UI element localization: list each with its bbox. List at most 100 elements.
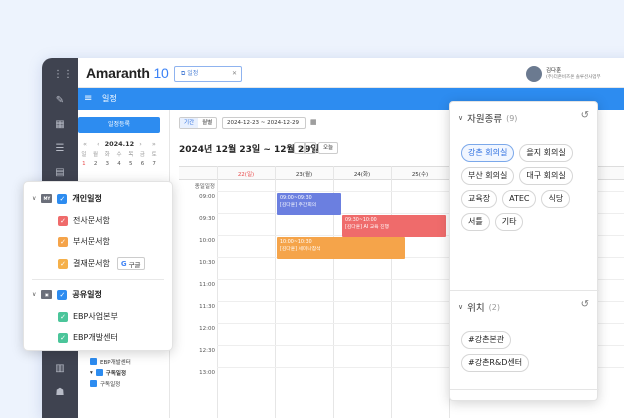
apps-grid-icon[interactable]: ⋮⋮ — [53, 68, 73, 82]
people-icon[interactable]: ☗ — [53, 386, 67, 400]
time-label: 11:00 — [199, 282, 215, 288]
next-section — [450, 389, 599, 401]
chip-other[interactable]: 기타 — [494, 213, 524, 231]
event-block[interactable]: 09:30~10:00 [김다훈] AI 교육 진행 — [342, 215, 446, 237]
checkbox[interactable]: ✓ — [58, 236, 68, 247]
mini-day[interactable]: 4 — [113, 160, 125, 169]
weekday: 금 — [139, 152, 145, 158]
mini-day[interactable]: 6 — [137, 160, 149, 169]
mini-day[interactable]: 7 — [148, 160, 160, 169]
shared-group-checkbox[interactable]: ✓ — [57, 289, 68, 300]
resource-type-header[interactable]: ∨ 자원종류 (9) — [458, 111, 517, 126]
event-block[interactable]: 10:00~10:30 [김다훈] 세미나참석 — [277, 237, 405, 259]
resource-filter-panel: ∨ 자원종류 (9) ↺ 강촌 회의실 을지 회의실 부산 회의실 대구 회의실… — [449, 101, 599, 401]
chevron-down-icon[interactable]: ∨ — [32, 291, 36, 298]
chip-location-main[interactable]: #강촌본관 — [461, 331, 512, 349]
shared-icon: ▣ — [41, 290, 53, 299]
next-month-icon[interactable]: › — [139, 140, 142, 148]
prev-month-icon[interactable]: ‹ — [97, 140, 100, 148]
calendar-icon[interactable]: ▦ — [53, 118, 67, 132]
personal-group-checkbox[interactable]: ✓ — [57, 193, 68, 204]
list-item[interactable]: 구독일정 — [90, 378, 131, 389]
chip-busan-meeting-room[interactable]: 부산 회의실 — [461, 167, 515, 185]
time-label: 09:30 — [199, 216, 215, 222]
chip-location-rnd[interactable]: #강촌R&D센터 — [461, 354, 530, 372]
location-chips: #강촌본관 #강촌R&D센터 — [461, 331, 593, 372]
checkbox[interactable] — [90, 380, 97, 387]
personal-item[interactable]: ✓ 전사문서함 — [58, 215, 110, 226]
checkbox[interactable]: ✓ — [58, 311, 68, 322]
checkbox[interactable] — [90, 358, 97, 365]
menu-icon[interactable]: ≡ — [84, 93, 92, 104]
personal-item[interactable]: ✓ 부서문서함 — [58, 236, 110, 247]
list-item[interactable]: EBP개발센터 — [90, 356, 131, 367]
checkbox[interactable]: ✓ — [58, 258, 68, 269]
date-range-field[interactable]: 2024-12-23 ~ 2024-12-29 — [222, 117, 306, 129]
checkbox[interactable]: ✓ — [58, 332, 68, 343]
chip-daegu-meeting-room[interactable]: 대구 회의실 — [519, 167, 573, 185]
view-period-button[interactable]: 기간 — [180, 118, 199, 128]
mini-calendar: « ‹ 2024.12 › » 일월화수목금토 1234567 — [78, 140, 160, 169]
today-button[interactable]: 오늘 — [318, 142, 338, 154]
chip-training-room[interactable]: 교육장 — [461, 190, 498, 208]
document-icon[interactable]: ▤ — [53, 166, 67, 180]
chip-gangchon-meeting-room[interactable]: 강촌 회의실 — [461, 144, 515, 162]
google-button[interactable]: G 구글 — [116, 257, 145, 270]
pen-icon[interactable]: ✎ — [53, 94, 67, 108]
weekday: 토 — [151, 152, 157, 158]
checkbox[interactable] — [95, 369, 103, 376]
close-icon[interactable]: ✕ — [232, 67, 237, 81]
google-icon: G — [120, 259, 127, 268]
event-block[interactable]: 09:00~09:30 [김다훈] 주간회의 — [277, 193, 341, 215]
logo[interactable]: Amaranth 10 — [86, 65, 169, 81]
list-icon[interactable]: ☰ — [53, 142, 67, 156]
list-item[interactable]: ▾ 구독일정 — [90, 367, 131, 378]
calendar-icon[interactable]: ▦ — [310, 118, 317, 126]
chevron-down-icon[interactable]: ∨ — [32, 195, 36, 202]
register-schedule-button[interactable]: 일정등록 — [78, 117, 160, 133]
page-title: 일정 — [102, 94, 117, 103]
personal-item[interactable]: ✓ 결재문서함 G 구글 — [58, 257, 145, 270]
my-icon: MY — [41, 194, 53, 203]
column-divider — [275, 166, 276, 418]
prev-year-icon[interactable]: « — [83, 140, 87, 148]
chip-shuttle[interactable]: 서틀 — [461, 213, 490, 231]
schedule-filter-popup: ∨ MY ✓ 개인일정 ✓ 전사문서함 ✓ 부서문서함 ✓ 결재문서함 G 구글 … — [23, 181, 173, 351]
location-header[interactable]: ∨ 위치 (2) — [458, 300, 500, 315]
next-week-button[interactable]: > — [304, 142, 316, 154]
chip-atec[interactable]: ATEC — [502, 190, 537, 208]
mini-day[interactable]: 5 — [125, 160, 137, 169]
day-column-header: 23(월) — [295, 172, 313, 178]
collapse-icon[interactable]: ▾ — [90, 370, 93, 376]
mini-day[interactable]: 2 — [90, 160, 102, 169]
column-divider — [391, 166, 392, 418]
tab-schedule[interactable]: ⧉ 일정 ✕ — [174, 66, 242, 82]
reset-icon[interactable]: ↺ — [581, 110, 589, 121]
day-column-header: 24(화) — [353, 172, 371, 178]
divider — [32, 279, 164, 280]
location-section: ∨ 위치 (2) ↺ #강촌본관 #강촌R&D센터 — [450, 290, 599, 380]
chevron-down-icon[interactable]: ∨ — [458, 303, 463, 311]
chip-euljiro-meeting-room[interactable]: 을지 회의실 — [519, 144, 573, 162]
personal-group-header[interactable]: ∨ MY ✓ 개인일정 — [32, 193, 102, 204]
reset-icon[interactable]: ↺ — [581, 299, 589, 310]
mini-day[interactable]: 1 — [78, 160, 90, 169]
column-divider — [217, 166, 218, 418]
calendar-list: EBP개발센터 ▾ 구독일정 구독일정 — [90, 356, 131, 389]
chip-cafeteria[interactable]: 식당 — [541, 190, 571, 208]
shared-group-header[interactable]: ∨ ▣ ✓ 공유일정 — [32, 289, 102, 300]
mini-day[interactable]: 3 — [101, 160, 113, 169]
user-org: (주)더존비즈온 솔루션사업부 — [546, 75, 601, 80]
checkbox[interactable]: ✓ — [58, 215, 68, 226]
weekday: 월 — [93, 152, 99, 158]
shared-item[interactable]: ✓ EBP개발센터 — [58, 332, 118, 343]
time-label: 13:00 — [199, 370, 215, 376]
report-icon[interactable]: ▥ — [53, 362, 67, 376]
user-name: 김다훈 — [546, 68, 562, 74]
next-year-icon[interactable]: » — [152, 140, 156, 148]
view-month-button[interactable]: 월별 — [198, 118, 216, 128]
shared-item[interactable]: ✓ EBP사업본부 — [58, 311, 118, 322]
chevron-down-icon[interactable]: ∨ — [458, 114, 463, 122]
time-label: 12:30 — [199, 348, 215, 354]
allday-label: 종일일정 — [194, 184, 215, 190]
